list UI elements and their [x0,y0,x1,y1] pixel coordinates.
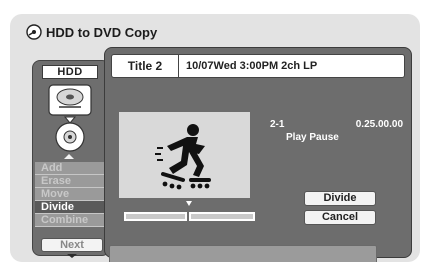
screen: HDD to DVD Copy HDD Add Erase Move Divid… [10,14,420,262]
title-name: Title 2 [127,59,163,73]
operation-menu: Add Erase Move Divide Combine [35,162,108,227]
source-label: HDD [42,65,98,79]
play-status: Play Pause [286,132,339,143]
title-bar: Title 2 10/07Wed 3:00PM 2ch LP [111,54,405,78]
divide-point-marker-icon[interactable] [186,201,192,206]
cancel-button[interactable]: Cancel [304,210,376,225]
title-separator [178,55,179,77]
timeline-segment-after [189,212,255,221]
title-details: 10/07Wed 3:00PM 2ch LP [186,60,318,72]
menu-item-add[interactable]: Add [35,162,108,175]
scroll-down-arrow-icon[interactable] [67,254,77,258]
app-title: HDD to DVD Copy [46,25,158,40]
menu-item-erase[interactable]: Erase [35,175,108,188]
menu-item-combine[interactable]: Combine [35,214,108,227]
hdd-to-dvd-icon [48,84,92,152]
side-panel: HDD Add Erase Move Divide Combine Next [32,60,110,258]
scroll-up-arrow-icon[interactable] [64,154,74,159]
timecode: 0.25.00.00 [355,119,403,130]
menu-item-divide[interactable]: Divide [35,201,108,214]
next-button[interactable]: Next [41,238,103,252]
disc-icon [26,24,42,40]
timeline-segment-before [124,212,187,221]
info-bar [109,245,377,262]
main-panel: Title 2 10/07Wed 3:00PM 2ch LP 2-1 0.25.… [104,47,412,262]
divide-button[interactable]: Divide [304,191,376,206]
menu-item-move[interactable]: Move [35,188,108,201]
chapter-number: 2-1 [270,119,285,130]
video-preview [119,112,250,198]
skater-icon [155,124,211,190]
